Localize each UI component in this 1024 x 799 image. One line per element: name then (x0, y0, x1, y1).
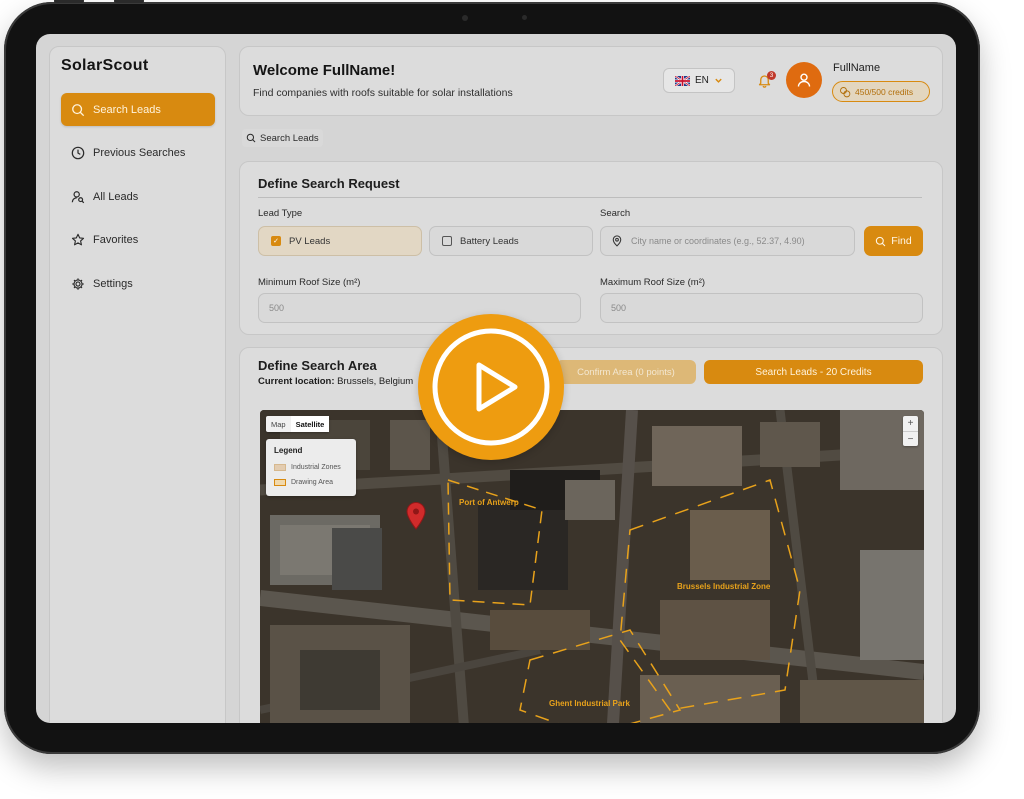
play-icon (432, 328, 550, 446)
camera-icon (462, 15, 468, 21)
checkbox-unchecked-icon (442, 236, 452, 246)
divider (258, 197, 922, 198)
notification-badge: 3 (767, 71, 776, 80)
user-icon (797, 73, 811, 87)
map-mode-button[interactable]: Map (266, 416, 291, 432)
sidebar-item-favorites[interactable]: Favorites (61, 223, 215, 256)
user-search-icon (71, 190, 85, 203)
sidebar-item-previous-searches[interactable]: Previous Searches (61, 136, 215, 169)
language-selector[interactable]: EN (663, 68, 735, 93)
chevron-down-icon (715, 78, 722, 83)
current-location-value: Brussels, Belgium (337, 376, 414, 387)
sidebar-item-label: All Leads (93, 190, 139, 203)
zoom-in-button[interactable]: + (903, 416, 918, 431)
search-icon (876, 236, 886, 246)
search-placeholder: City name or coordinates (e.g., 52.37, 4… (631, 236, 805, 246)
sidebar-item-settings[interactable]: Settings (61, 267, 215, 300)
min-roof-input[interactable]: 500 (258, 293, 581, 323)
max-roof-placeholder: 500 (611, 303, 627, 313)
battery-leads-label: Battery Leads (460, 235, 519, 247)
sidebar-item-label: Favorites (93, 233, 139, 246)
zone-label-ghent: Ghent Industrial Park (549, 699, 630, 708)
find-label: Find (891, 235, 912, 247)
gear-icon (72, 277, 84, 290)
breadcrumb[interactable]: Search Leads (242, 129, 323, 147)
find-button[interactable]: Find (864, 226, 923, 256)
pv-leads-label: PV Leads (289, 235, 331, 247)
zoom-controls: + − (903, 416, 918, 446)
battery-leads-checkbox[interactable]: Battery Leads (429, 226, 593, 256)
coins-icon (840, 86, 851, 97)
sidebar: SolarScout Search Leads Previous Searche… (49, 46, 226, 723)
tablet-button (114, 0, 144, 3)
pv-leads-checkbox[interactable]: PV Leads (258, 226, 422, 256)
current-location-label: Current location: (258, 376, 335, 387)
checkbox-checked-icon (271, 236, 281, 246)
satellite-mode-button[interactable]: Satellite (290, 416, 330, 432)
user-name: FullName (833, 62, 881, 74)
lead-type-label: Lead Type (258, 208, 303, 219)
zone-label-antwerp: Port of Antwerp (459, 498, 519, 507)
sidebar-item-label: Settings (93, 277, 133, 290)
min-roof-label: Minimum Roof Size (m²) (258, 277, 361, 288)
zone-label-brussels: Brussels Industrial Zone (677, 582, 771, 591)
legend-label: Drawing Area (291, 479, 334, 486)
legend-label: Industrial Zones (291, 464, 341, 471)
search-request-title: Define Search Request (258, 176, 400, 191)
sidebar-item-search-leads[interactable]: Search Leads (61, 93, 215, 126)
search-label: Search (600, 208, 631, 219)
map-legend: Legend Industrial Zones Drawing Area (266, 439, 356, 496)
uk-flag-icon (675, 75, 690, 86)
tablet-button (54, 0, 84, 3)
min-roof-placeholder: 500 (269, 303, 285, 313)
sidebar-item-all-leads[interactable]: All Leads (61, 180, 215, 213)
legend-swatch (274, 464, 286, 471)
avatar[interactable] (786, 62, 822, 98)
legend-swatch (274, 479, 286, 486)
legend-item-industrial: Industrial Zones (274, 464, 341, 471)
zoom-out-button[interactable]: − (903, 431, 918, 446)
current-location: Current location: Brussels, Belgium (258, 376, 413, 387)
search-leads-button[interactable]: Search Leads - 20 Credits (704, 360, 923, 384)
max-roof-label: Maximum Roof Size (m²) (600, 277, 706, 288)
search-area-title: Define Search Area (258, 358, 377, 373)
satellite-map[interactable]: Map Satellite Legend Industrial Zones Dr… (260, 410, 924, 723)
search-request-card: Define Search Request Lead Type PV Leads… (239, 161, 943, 335)
welcome-subtitle: Find companies with roofs suitable for s… (253, 87, 513, 99)
legend-item-drawing: Drawing Area (274, 479, 333, 486)
sidebar-item-label: Search Leads (93, 103, 161, 116)
breadcrumb-label: Search Leads (260, 132, 319, 144)
credits-label: 450/500 credits (855, 86, 914, 97)
app-logo: SolarScout (61, 57, 149, 74)
map-pin-icon[interactable] (406, 502, 426, 530)
sidebar-item-label: Previous Searches (93, 146, 186, 159)
confirm-area-button[interactable]: Confirm Area (0 points) (556, 360, 696, 384)
legend-title: Legend (274, 446, 303, 455)
credits-badge: 450/500 credits (832, 81, 930, 102)
location-pin-icon (612, 235, 622, 247)
star-icon (71, 233, 85, 245)
sensor-icon (522, 15, 527, 20)
clock-icon (71, 146, 85, 159)
language-label: EN (695, 75, 709, 86)
header: Welcome FullName! Find companies with ro… (239, 46, 943, 116)
location-search-input[interactable]: City name or coordinates (e.g., 52.37, 4… (600, 226, 855, 256)
welcome-title: Welcome FullName! (253, 62, 396, 79)
map-type-toggle: Map Satellite (266, 416, 330, 432)
search-icon (246, 133, 256, 143)
max-roof-input[interactable]: 500 (600, 293, 923, 323)
satellite-imagery (260, 410, 924, 723)
search-icon (72, 103, 85, 116)
play-video-button[interactable] (418, 314, 564, 460)
